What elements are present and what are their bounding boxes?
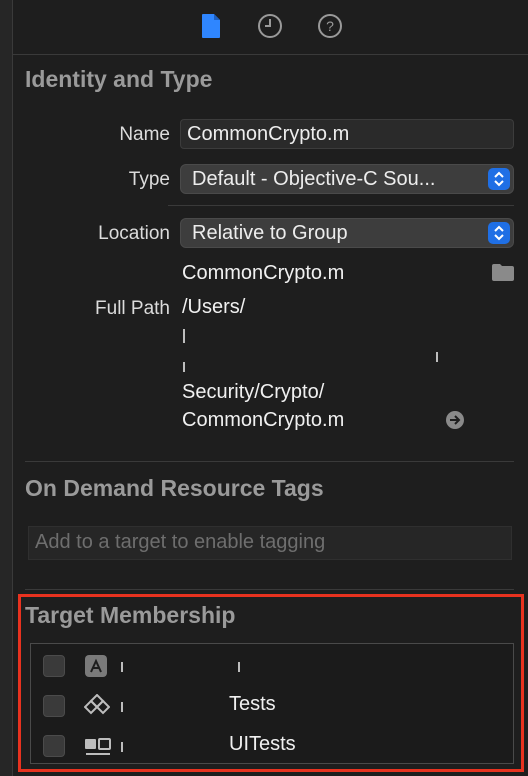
popup-stepper-icon	[488, 168, 510, 190]
redacted-path	[183, 362, 185, 372]
redacted-name	[238, 662, 240, 672]
redacted-name	[121, 742, 123, 752]
full-path-line: /Users/	[182, 296, 246, 318]
file-inspector-icon[interactable]	[198, 13, 224, 39]
popup-stepper-icon	[488, 222, 510, 244]
target-name: UITests	[229, 733, 296, 755]
membership-section-title: Target Membership	[25, 602, 236, 628]
tags-section-title: On Demand Resource Tags	[25, 475, 324, 501]
full-path-line: CommonCrypto.m	[182, 409, 345, 431]
target-checkbox[interactable]	[43, 695, 65, 717]
type-popup-value: Default - Objective-C Sou...	[192, 168, 436, 190]
redacted-name	[121, 702, 123, 712]
divider	[25, 461, 514, 462]
svg-text:?: ?	[326, 18, 334, 34]
type-label: Type	[128, 169, 170, 190]
history-icon[interactable]	[257, 13, 283, 39]
navigator-divider	[0, 0, 13, 776]
file-name: CommonCrypto.m	[182, 262, 345, 284]
tags-input[interactable]: Add to a target to enable tagging	[28, 526, 512, 560]
name-label: Name	[119, 124, 170, 145]
folder-icon[interactable]	[491, 262, 515, 287]
target-list: Tests UITests	[30, 643, 514, 764]
app-store-icon	[84, 654, 110, 680]
type-popup[interactable]: Default - Objective-C Sou...	[180, 164, 514, 194]
target-checkbox[interactable]	[43, 655, 65, 677]
help-icon[interactable]: ?	[317, 13, 343, 39]
divider	[168, 205, 514, 206]
location-label: Location	[98, 223, 170, 244]
location-popup[interactable]: Relative to Group	[180, 218, 514, 248]
redacted-name	[121, 662, 123, 672]
redacted-path	[436, 352, 438, 362]
inspector-toolbar: ?	[12, 0, 528, 55]
redacted-path	[183, 329, 185, 343]
target-checkbox[interactable]	[43, 735, 65, 757]
name-field[interactable]: CommonCrypto.m	[180, 119, 514, 149]
full-path-line: Security/Crypto/	[182, 381, 325, 403]
test-target-icon	[83, 693, 111, 720]
divider	[25, 589, 514, 590]
target-row[interactable]	[31, 646, 513, 686]
identity-section-title: Identity and Type	[25, 66, 213, 92]
target-row[interactable]: UITests	[31, 726, 513, 766]
target-name: Tests	[229, 693, 276, 715]
location-popup-value: Relative to Group	[192, 222, 348, 244]
reveal-arrow-icon[interactable]	[445, 410, 465, 435]
ui-test-target-icon	[84, 734, 111, 760]
target-row[interactable]: Tests	[31, 686, 513, 726]
full-path-label: Full Path	[95, 298, 170, 319]
